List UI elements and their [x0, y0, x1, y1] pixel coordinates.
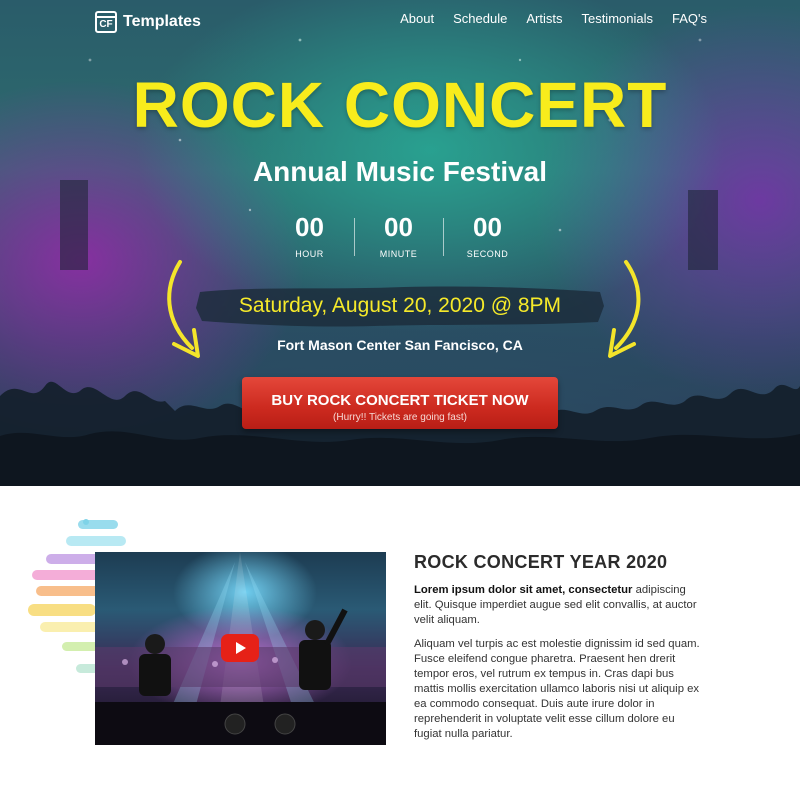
intro-bold-text: Lorem ipsum dolor sit amet, consectetur: [414, 584, 633, 596]
nav-faqs[interactable]: FAQ's: [672, 11, 707, 26]
brand-logo[interactable]: CF Templates: [95, 11, 201, 33]
nav-testimonials[interactable]: Testimonials: [581, 11, 653, 26]
countdown-hour-value: 00: [295, 212, 324, 242]
intro-paragraph: Lorem ipsum dolor sit amet, consectetur …: [414, 583, 704, 628]
nav-artists[interactable]: Artists: [526, 11, 562, 26]
nav-schedule[interactable]: Schedule: [453, 11, 507, 26]
countdown-hour: 00 HOUR: [265, 212, 354, 262]
event-venue: Fort Mason Center San Fancisco, CA: [277, 337, 523, 353]
countdown-minute-label: MINUTE: [379, 249, 418, 259]
buy-ticket-sublabel: (Hurry!! Tickets are going fast): [333, 412, 467, 423]
countdown-timer: 00 HOUR 00 MINUTE 00 SECOND: [265, 212, 533, 262]
buy-ticket-button[interactable]: BUY ROCK CONCERT TICKET NOW (Hurry!! Tic…: [242, 377, 558, 429]
event-date: Saturday, August 20, 2020 @ 8PM: [238, 294, 562, 317]
hero-section: CF Templates About Schedule Artists Test…: [0, 0, 800, 486]
youtube-play-icon: [236, 642, 246, 654]
body-paragraph: Aliquam vel turpis ac est molestie digni…: [414, 638, 700, 740]
countdown-hour-label: HOUR: [295, 249, 324, 259]
section-title: ROCK CONCERT YEAR 2020: [414, 552, 668, 572]
hero-subtitle: Annual Music Festival: [252, 156, 548, 187]
countdown-minute-value: 00: [384, 212, 413, 242]
countdown-second-label: SECOND: [466, 249, 509, 259]
nav-about[interactable]: About: [400, 11, 434, 26]
buy-ticket-label: BUY ROCK CONCERT TICKET NOW: [271, 392, 529, 409]
hero-title: ROCK CONCERT: [132, 69, 668, 141]
brand-name: Templates: [123, 13, 201, 30]
countdown-second: 00 SECOND: [443, 212, 532, 262]
main-nav: About Schedule Artists Testimonials FAQ'…: [400, 11, 707, 26]
countdown-second-value: 00: [473, 212, 502, 242]
play-button[interactable]: [221, 634, 259, 662]
countdown-minute: 00 MINUTE: [354, 212, 443, 262]
logo-mark-icon: CF: [95, 11, 117, 33]
